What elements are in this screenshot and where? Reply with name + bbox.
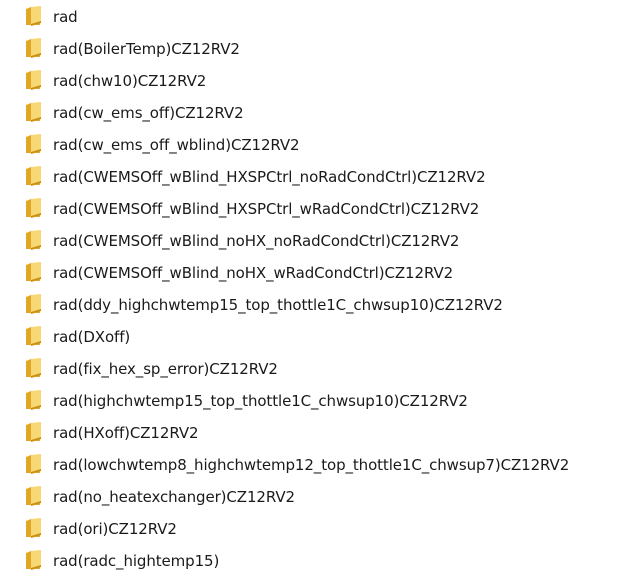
folder-name: rad(CWEMSOff_wBlind_noHX_wRadCondCtrl)CZ… (53, 264, 454, 282)
folder-item[interactable]: rad(no_heatexchanger)CZ12RV2 (0, 481, 640, 513)
folder-icon (24, 262, 43, 283)
folder-item[interactable]: rad(HXoff)CZ12RV2 (0, 417, 640, 449)
folder-icon (24, 70, 43, 91)
folder-icon (24, 198, 43, 219)
folder-item[interactable]: rad(CWEMSOff_wBlind_HXSPCtrl_noRadCondCt… (0, 161, 640, 193)
folder-name: rad(CWEMSOff_wBlind_HXSPCtrl_wRadCondCtr… (53, 200, 480, 218)
folder-name: rad(highchwtemp15_top_thottle1C_chwsup10… (53, 392, 468, 410)
folder-item[interactable]: rad(radc_hightemp15) (0, 545, 640, 577)
folder-item[interactable]: rad(CWEMSOff_wBlind_HXSPCtrl_wRadCondCtr… (0, 193, 640, 225)
folder-icon (24, 38, 43, 59)
folder-item[interactable]: rad(cw_ems_off)CZ12RV2 (0, 97, 640, 129)
folder-name: rad(CWEMSOff_wBlind_noHX_noRadCondCtrl)C… (53, 232, 460, 250)
folder-item[interactable]: rad(lowchwtemp8_highchwtemp12_top_thottl… (0, 449, 640, 481)
folder-list: rad rad(BoilerTemp)CZ12RV2 rad(chw10)CZ1… (0, 1, 640, 577)
folder-icon (24, 166, 43, 187)
folder-item[interactable]: rad(CWEMSOff_wBlind_noHX_wRadCondCtrl)CZ… (0, 257, 640, 289)
folder-icon (24, 486, 43, 507)
folder-item[interactable]: rad(cw_ems_off_wblind)CZ12RV2 (0, 129, 640, 161)
folder-icon (24, 518, 43, 539)
folder-name: rad(no_heatexchanger)CZ12RV2 (53, 488, 295, 506)
folder-name: rad(fix_hex_sp_error)CZ12RV2 (53, 360, 278, 378)
folder-item[interactable]: rad(highchwtemp15_top_thottle1C_chwsup10… (0, 385, 640, 417)
folder-name: rad (53, 8, 78, 26)
folder-name: rad(DXoff) (53, 328, 131, 346)
folder-icon (24, 390, 43, 411)
folder-name: rad(BoilerTemp)CZ12RV2 (53, 40, 240, 58)
folder-item[interactable]: rad(ddy_highchwtemp15_top_thottle1C_chws… (0, 289, 640, 321)
folder-name: rad(radc_hightemp15) (53, 552, 220, 570)
folder-icon (24, 102, 43, 123)
folder-name: rad(ori)CZ12RV2 (53, 520, 177, 538)
folder-name: rad(cw_ems_off_wblind)CZ12RV2 (53, 136, 300, 154)
folder-item[interactable]: rad(chw10)CZ12RV2 (0, 65, 640, 97)
folder-item[interactable]: rad(ori)CZ12RV2 (0, 513, 640, 545)
folder-icon (24, 422, 43, 443)
folder-icon (24, 230, 43, 251)
folder-item[interactable]: rad(DXoff) (0, 321, 640, 353)
folder-item[interactable]: rad (0, 1, 640, 33)
folder-name: rad(ddy_highchwtemp15_top_thottle1C_chws… (53, 296, 503, 314)
folder-name: rad(HXoff)CZ12RV2 (53, 424, 199, 442)
folder-icon (24, 550, 43, 571)
folder-icon (24, 134, 43, 155)
folder-icon (24, 326, 43, 347)
folder-name: rad(chw10)CZ12RV2 (53, 72, 207, 90)
folder-item[interactable]: rad(fix_hex_sp_error)CZ12RV2 (0, 353, 640, 385)
folder-item[interactable]: rad(CWEMSOff_wBlind_noHX_noRadCondCtrl)C… (0, 225, 640, 257)
folder-item[interactable]: rad(BoilerTemp)CZ12RV2 (0, 33, 640, 65)
folder-icon (24, 294, 43, 315)
folder-name: rad(lowchwtemp8_highchwtemp12_top_thottl… (53, 456, 570, 474)
folder-name: rad(CWEMSOff_wBlind_HXSPCtrl_noRadCondCt… (53, 168, 486, 186)
folder-name: rad(cw_ems_off)CZ12RV2 (53, 104, 244, 122)
folder-icon (24, 454, 43, 475)
folder-icon (24, 358, 43, 379)
folder-icon (24, 6, 43, 27)
